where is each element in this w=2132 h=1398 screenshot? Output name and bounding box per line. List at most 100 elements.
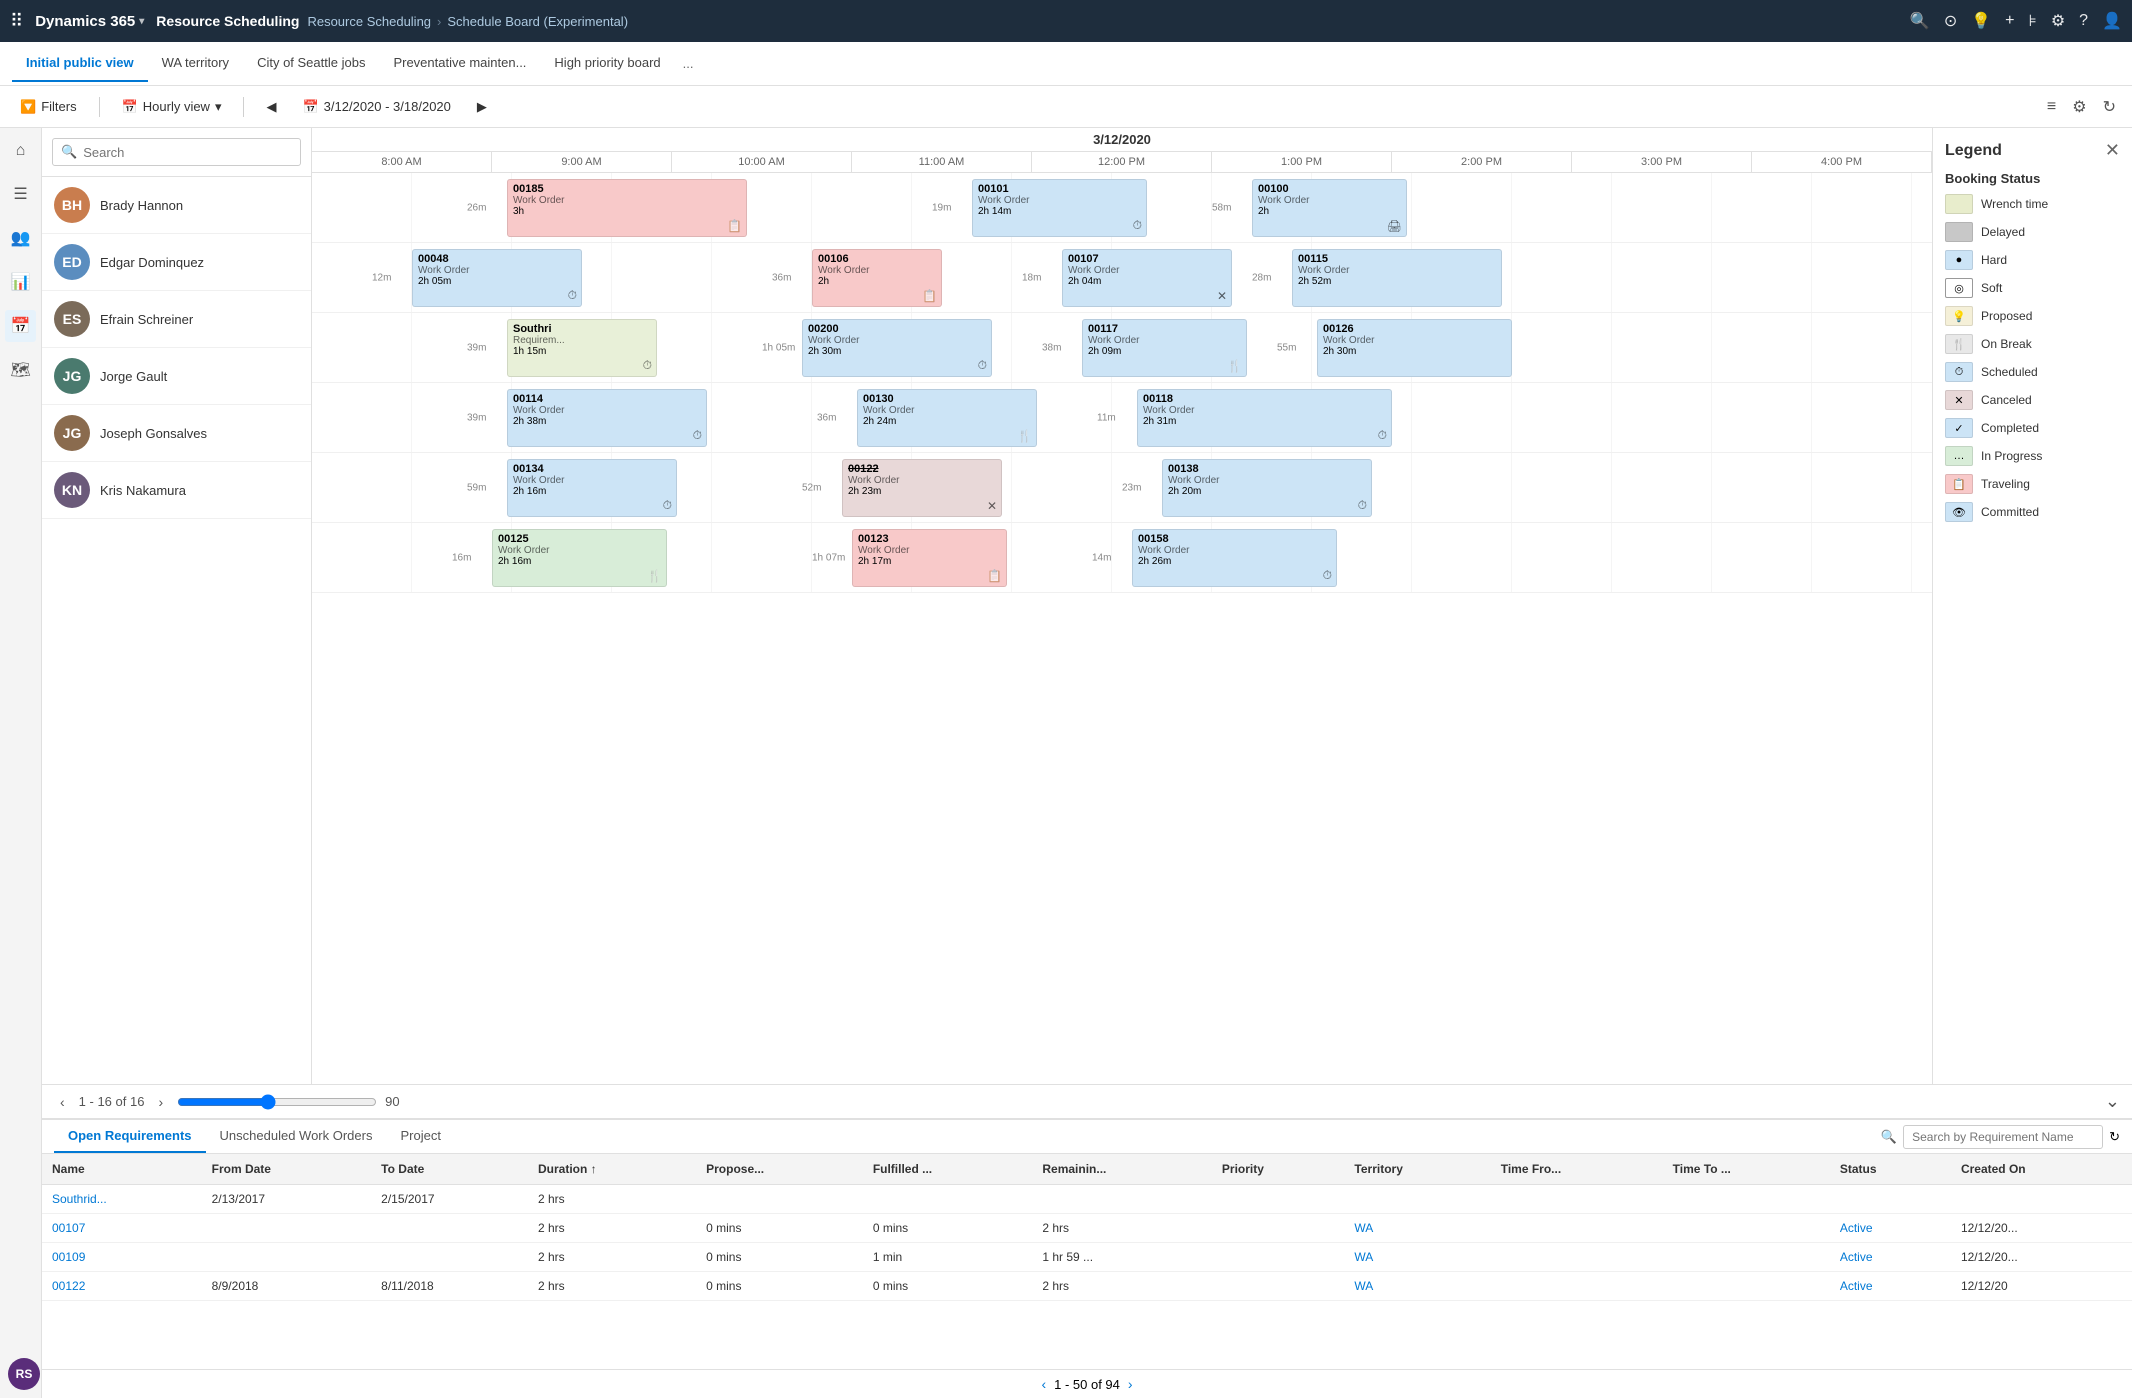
table-col-header[interactable]: Fulfilled ... xyxy=(863,1154,1033,1185)
prev-date-button[interactable]: ◀ xyxy=(258,95,284,119)
booking-block[interactable]: 00101Work Order2h 14m⏱ xyxy=(972,179,1147,237)
tab-more[interactable]: ... xyxy=(675,46,702,81)
sidebar-chart-icon[interactable]: 📊 xyxy=(5,266,37,298)
table-col-header[interactable]: Duration ↑ xyxy=(528,1154,696,1185)
list-view-icon[interactable]: ≡ xyxy=(2043,94,2060,120)
nav-dots-icon[interactable]: ⠿ xyxy=(10,11,23,32)
booking-block[interactable]: 00200Work Order2h 30m⏱ xyxy=(802,319,992,377)
tab-wa[interactable]: WA territory xyxy=(148,45,243,82)
resource-item[interactable]: ED Edgar Dominquez xyxy=(42,234,311,291)
tab-highpriority[interactable]: High priority board xyxy=(540,45,674,82)
booking-block[interactable]: 00100Work Order2h🖨 xyxy=(1252,179,1407,237)
table-prev-button[interactable]: ‹ xyxy=(1041,1376,1046,1392)
booking-block[interactable]: 00125Work Order2h 16m🍴 xyxy=(492,529,667,587)
search-box[interactable]: 🔍 xyxy=(52,138,301,166)
row-name-link[interactable]: 00107 xyxy=(52,1221,85,1235)
table-col-header[interactable]: Priority xyxy=(1212,1154,1345,1185)
row-name-link[interactable]: 00109 xyxy=(52,1250,85,1264)
resource-item[interactable]: BH Brady Hannon xyxy=(42,177,311,234)
grid-settings-icon[interactable]: ⚙ xyxy=(2068,93,2090,121)
booking-block[interactable]: 00134Work Order2h 16m⏱ xyxy=(507,459,677,517)
table-col-header[interactable]: Name xyxy=(42,1154,202,1185)
lower-tab-project[interactable]: Project xyxy=(386,1120,454,1153)
prev-page-button[interactable]: ‹ xyxy=(54,1092,71,1112)
booking-block[interactable]: 00114Work Order2h 38m⏱ xyxy=(507,389,707,447)
tab-preventative[interactable]: Preventative mainten... xyxy=(379,45,540,82)
booking-block[interactable]: 00138Work Order2h 20m⏱ xyxy=(1162,459,1372,517)
legend-close-button[interactable]: ✕ xyxy=(2105,140,2120,161)
booking-block[interactable]: 00118Work Order2h 31m⏱ xyxy=(1137,389,1392,447)
resource-item[interactable]: ES Efrain Schreiner xyxy=(42,291,311,348)
table-col-header[interactable]: From Date xyxy=(202,1154,372,1185)
help-icon[interactable]: 💡 xyxy=(1971,11,1991,31)
gap-label: 39m xyxy=(467,412,486,423)
table-cell: 1 min xyxy=(863,1243,1033,1272)
booking-block[interactable]: 00107Work Order2h 04m✕ xyxy=(1062,249,1232,307)
next-page-button[interactable]: › xyxy=(152,1092,169,1112)
settings-icon[interactable]: ⚙ xyxy=(2051,11,2065,31)
booking-block[interactable]: 00123Work Order2h 17m📋 xyxy=(852,529,1007,587)
territory-link[interactable]: WA xyxy=(1354,1279,1373,1293)
table-col-header[interactable]: Time To ... xyxy=(1663,1154,1830,1185)
resource-item[interactable]: JG Jorge Gault xyxy=(42,348,311,405)
zoom-slider[interactable] xyxy=(177,1094,377,1110)
sidebar-calendar-icon[interactable]: 📅 xyxy=(5,310,37,342)
refresh-icon[interactable]: ↻ xyxy=(2109,1129,2120,1145)
territory-link[interactable]: WA xyxy=(1354,1250,1373,1264)
resource-item[interactable]: KN Kris Nakamura xyxy=(42,462,311,519)
booking-block[interactable]: 00115Work Order2h 52m xyxy=(1292,249,1502,307)
table-cell xyxy=(1830,1185,1951,1214)
block-type: Work Order xyxy=(863,405,1031,416)
sidebar-map-icon[interactable]: 🗺 xyxy=(4,354,36,386)
expand-button[interactable]: ⌄ xyxy=(2105,1091,2120,1112)
tab-initial[interactable]: Initial public view xyxy=(12,45,148,82)
resource-item[interactable]: JG Joseph Gonsalves xyxy=(42,405,311,462)
table-col-header[interactable]: Created On xyxy=(1951,1154,2132,1185)
search-icon[interactable]: 🔍 xyxy=(1910,11,1930,31)
booking-block[interactable]: 00126Work Order2h 30m xyxy=(1317,319,1512,377)
booking-block[interactable]: 00106Work Order2h📋 xyxy=(812,249,942,307)
block-type: Work Order xyxy=(1088,335,1241,346)
view-selector[interactable]: 📅 Hourly view ▾ xyxy=(114,95,230,119)
row-name-link[interactable]: 00122 xyxy=(52,1279,85,1293)
lower-tab-unscheduled[interactable]: Unscheduled Work Orders xyxy=(206,1120,387,1153)
refresh-icon[interactable]: ↻ xyxy=(2099,93,2120,121)
table-row: Southrid...2/13/20172/15/20172 hrs xyxy=(42,1185,2132,1214)
brand-name[interactable]: Dynamics 365 ▾ xyxy=(35,13,144,30)
tasks-icon[interactable]: ⊙ xyxy=(1944,11,1957,31)
booking-block[interactable]: 00122Work Order2h 23m✕ xyxy=(842,459,1002,517)
date-range[interactable]: 📅 3/12/2020 - 3/18/2020 xyxy=(294,95,458,119)
status-link[interactable]: Active xyxy=(1840,1221,1873,1235)
add-icon[interactable]: + xyxy=(2005,12,2014,30)
territory-link[interactable]: WA xyxy=(1354,1221,1373,1235)
table-col-header[interactable]: Propose... xyxy=(696,1154,863,1185)
tab-seattle[interactable]: City of Seattle jobs xyxy=(243,45,379,82)
status-link[interactable]: Active xyxy=(1840,1279,1873,1293)
table-col-header[interactable]: Status xyxy=(1830,1154,1951,1185)
next-date-button[interactable]: ▶ xyxy=(469,95,495,119)
row-name-link[interactable]: Southrid... xyxy=(52,1192,107,1206)
booking-block[interactable]: 00117Work Order2h 09m🍴 xyxy=(1082,319,1247,377)
status-link[interactable]: Active xyxy=(1840,1250,1873,1264)
user-icon[interactable]: 👤 xyxy=(2102,11,2122,31)
search-input[interactable] xyxy=(83,145,292,160)
question-icon[interactable]: ? xyxy=(2079,12,2088,30)
booking-block[interactable]: 00158Work Order2h 26m⏱ xyxy=(1132,529,1337,587)
lower-search-input[interactable] xyxy=(1903,1125,2103,1149)
table-col-header[interactable]: Remainin... xyxy=(1032,1154,1212,1185)
table-col-header[interactable]: Territory xyxy=(1344,1154,1490,1185)
booking-block[interactable]: 00048Work Order2h 05m⏱ xyxy=(412,249,582,307)
filters-button[interactable]: 🔽 Filters xyxy=(12,95,85,119)
sidebar-home-icon[interactable]: ⌂ xyxy=(10,136,32,166)
table-col-header[interactable]: Time Fro... xyxy=(1491,1154,1663,1185)
sidebar-list-icon[interactable]: ☰ xyxy=(7,178,33,210)
sidebar-people-icon[interactable]: 👥 xyxy=(5,222,37,254)
table-next-button[interactable]: › xyxy=(1128,1376,1133,1392)
booking-block[interactable]: SouthriRequirem...1h 15m⏱ xyxy=(507,319,657,377)
booking-block[interactable]: 00185Work Order3h📋 xyxy=(507,179,747,237)
filter-icon[interactable]: ⊧ xyxy=(2029,11,2037,31)
table-col-header[interactable]: To Date xyxy=(371,1154,528,1185)
lower-tab-open[interactable]: Open Requirements xyxy=(54,1120,206,1153)
booking-block[interactable]: 00130Work Order2h 24m🍴 xyxy=(857,389,1037,447)
block-type: Work Order xyxy=(1143,405,1386,416)
